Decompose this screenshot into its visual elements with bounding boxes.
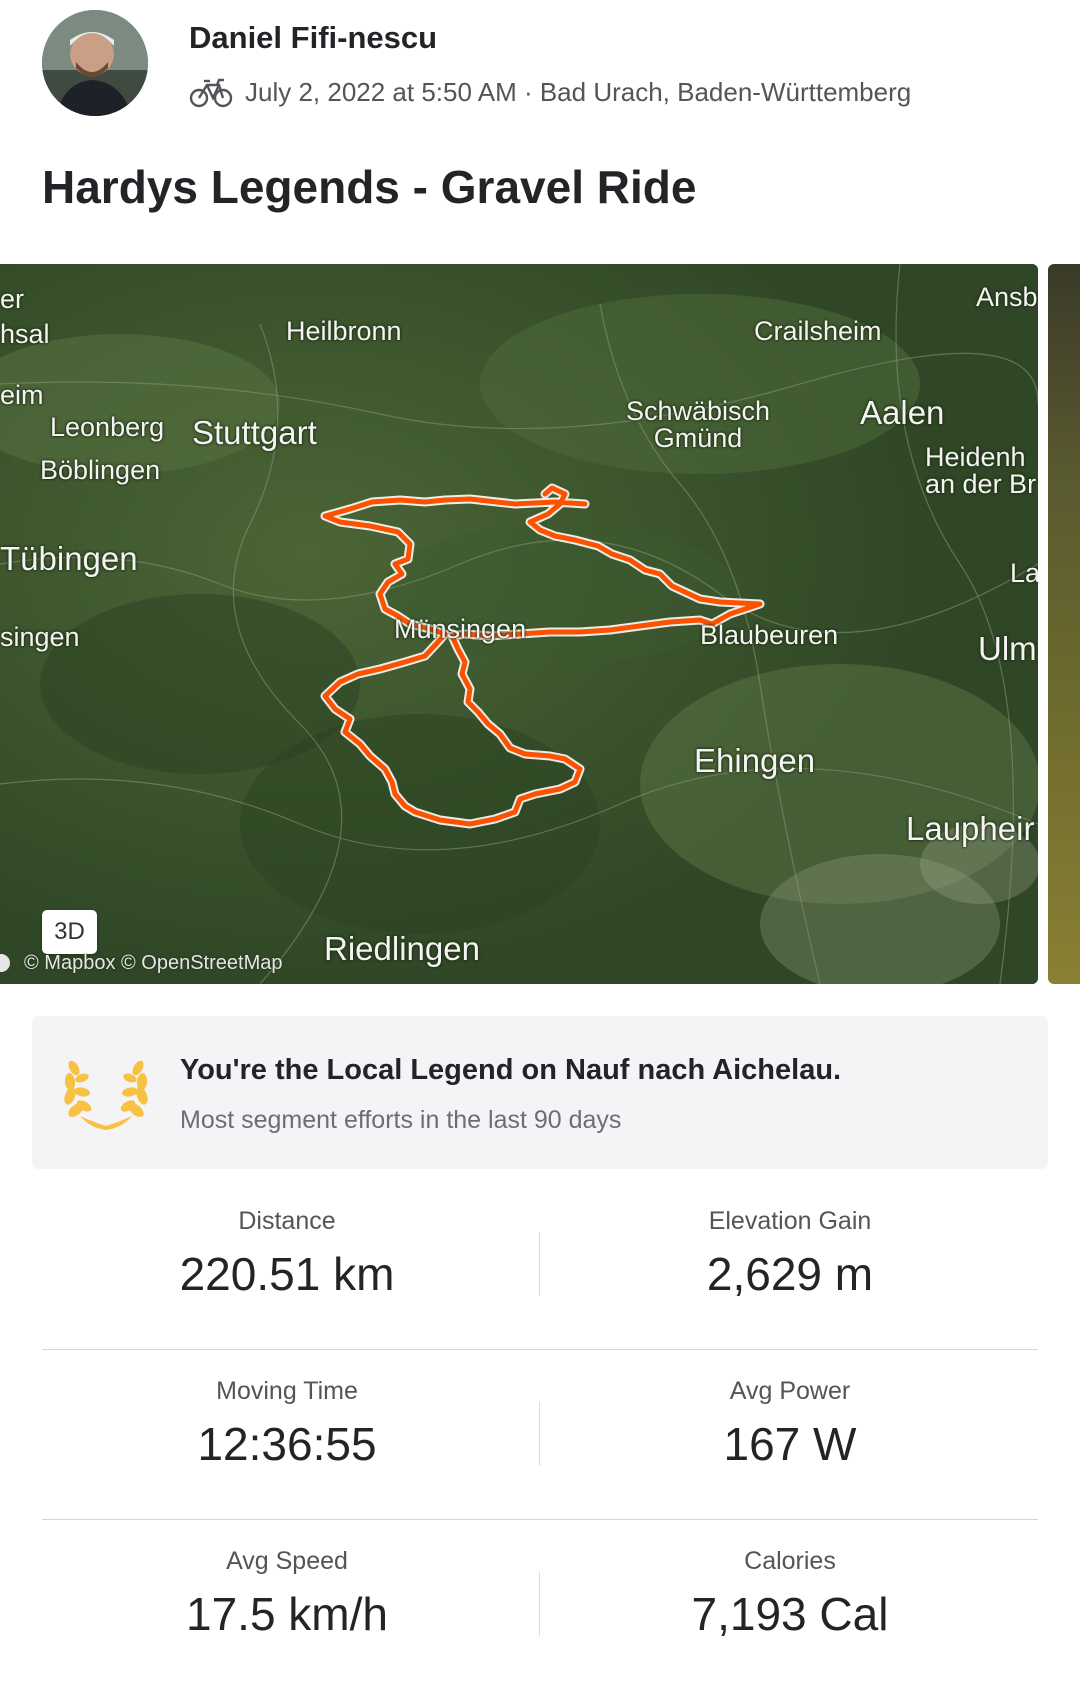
stat-value: 220.51 km: [179, 1248, 395, 1300]
map-label-munsingen: Münsingen: [394, 614, 527, 644]
map-label-singen: singen: [0, 622, 80, 652]
stat-distance: Distance 220.51 km: [37, 1206, 537, 1300]
route-map[interactable]: er hsal Heilbronn Crailsheim Ansb eim Le…: [0, 264, 1038, 984]
stat-label: Calories: [744, 1547, 836, 1575]
stat-avg-power: Avg Power 167 W: [540, 1376, 1040, 1470]
stat-avg-speed: Avg Speed 17.5 km/h: [37, 1546, 537, 1640]
athlete-avatar[interactable]: [42, 10, 148, 116]
stat-label: Avg Speed: [226, 1547, 348, 1575]
map-label-crailsheim: Crailsheim: [754, 316, 882, 346]
row-divider: [42, 1519, 1038, 1520]
map-attribution[interactable]: © Mapbox © OpenStreetMap: [24, 952, 283, 975]
map-label-laupheim: Laupheir: [906, 810, 1035, 847]
stat-value: 2,629 m: [706, 1248, 874, 1300]
row-divider: [42, 1349, 1038, 1350]
map-label-riedlingen: Riedlingen: [324, 930, 480, 967]
map-label-ehingen: Ehingen: [694, 742, 816, 779]
stat-label: Elevation Gain: [708, 1207, 872, 1235]
map-label-er: er: [0, 284, 25, 314]
map-label-blaubeuren: Blaubeuren: [700, 620, 839, 650]
stat-moving-time: Moving Time 12:36:55: [37, 1376, 537, 1470]
stat-value: 167 W: [723, 1418, 857, 1470]
stat-calories: Calories 7,193 Cal: [540, 1546, 1040, 1640]
date-location: July 2, 2022 at 5:50 AM · Bad Urach, Bad…: [245, 76, 912, 107]
stat-value: 17.5 km/h: [186, 1588, 388, 1640]
athlete-name[interactable]: Daniel Fifi-nescu: [189, 20, 437, 56]
stat-value: 12:36:55: [197, 1418, 377, 1470]
map-label-eim: eim: [0, 380, 44, 410]
stat-label: Moving Time: [216, 1377, 358, 1405]
map-label-leonberg: Leonberg: [50, 412, 165, 442]
map-label-boblingen: Böblingen: [40, 455, 161, 485]
activity-title[interactable]: Hardys Legends - Gravel Ride: [42, 160, 696, 214]
map-label-la: La: [1010, 558, 1038, 588]
map-label-ansbach: Ansb: [976, 282, 1038, 312]
stat-label: Distance: [238, 1207, 336, 1235]
map-label-heilbronn: Heilbronn: [286, 316, 402, 346]
map-label-bruchsal: hsal: [0, 319, 50, 349]
bike-icon: [189, 78, 233, 108]
map-label-schwabisch-gmund: Schwäbisch Gmünd: [626, 396, 771, 453]
stat-label: Avg Power: [729, 1377, 851, 1405]
map-label-tubingen: Tübingen: [0, 540, 138, 577]
map-3d-toggle-button[interactable]: 3D: [42, 910, 97, 954]
stat-elevation-gain: Elevation Gain 2,629 m: [540, 1206, 1040, 1300]
map-label-heidenheim: Heidenh an der Br: [925, 442, 1037, 499]
next-photo-preview[interactable]: [1048, 264, 1080, 984]
activity-meta: July 2, 2022 at 5:50 AM · Bad Urach, Bad…: [189, 72, 911, 112]
local-legend-title: You're the Local Legend on Nauf nach Aic…: [180, 1054, 842, 1086]
laurel-icon: [64, 1060, 148, 1130]
map-label-aalen: Aalen: [860, 394, 945, 431]
map-label-ulm: Ulm: [978, 630, 1037, 667]
map-label-stuttgart: Stuttgart: [192, 414, 317, 451]
local-legend-subtitle: Most segment efforts in the last 90 days: [180, 1106, 622, 1134]
stat-value: 7,193 Cal: [691, 1588, 889, 1640]
local-legend-card[interactable]: You're the Local Legend on Nauf nach Aic…: [32, 1016, 1048, 1169]
